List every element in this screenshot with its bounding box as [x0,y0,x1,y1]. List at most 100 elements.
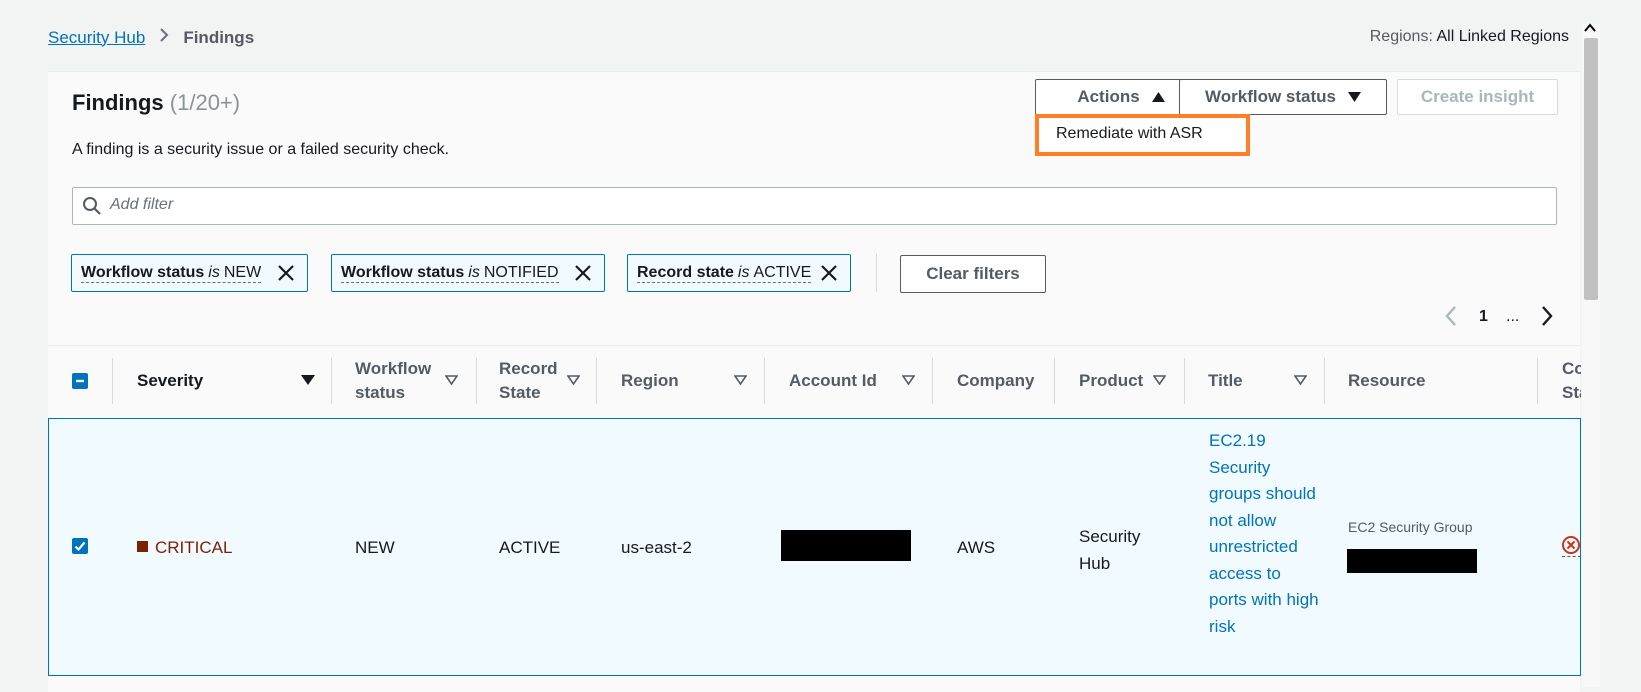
column-separator [764,358,765,404]
column-header-resource[interactable]: Resource [1348,369,1425,393]
column-separator [476,358,477,404]
filter-chip-label: Workflow status is NEW [81,263,262,283]
close-icon[interactable] [572,262,594,289]
filter-op: is [208,263,220,281]
caret-down-icon [1347,90,1361,105]
create-insight-button-label: Create insight [1420,87,1535,106]
search-icon [82,196,102,221]
clear-filters-label: Clear filters [926,264,1020,283]
column-header-compliance-status[interactable]: Co Sta [1562,357,1581,405]
clear-filters-button[interactable]: Clear filters [900,255,1046,293]
severity-cell: CRITICAL [137,538,232,558]
record-header-line-2: State [499,383,541,402]
column-header-title[interactable]: Title [1208,369,1243,393]
breadcrumb: Security Hub Findings [48,27,254,48]
regions-value: All Linked Regions [1436,28,1569,45]
column-separator [331,358,332,404]
sort-icon[interactable] [1293,374,1308,388]
sort-icon[interactable] [733,374,748,388]
page-number-current[interactable]: 1 [1479,308,1488,326]
regions-label: Regions: [1369,28,1433,45]
sort-descending-icon[interactable] [301,374,315,388]
workflow-status-cell: NEW [355,538,395,557]
company-cell: AWS [957,538,996,557]
finding-title-link[interactable]: EC2.19 Security groups should not allow … [1209,428,1319,640]
filter-chip-label: Record state is ACTIVE [637,263,812,283]
filter-chip-workflow-notified: Workflow status is NOTIFIED [331,254,605,292]
region-cell: us-east-2 [621,538,692,557]
column-separator [1184,358,1185,404]
page: Security Hub Findings Regions: All Linke… [0,0,1641,692]
next-page-icon[interactable] [1540,305,1554,332]
product-line-1: Security [1079,527,1141,546]
workflow-status-button[interactable]: Workflow status [1179,79,1387,115]
breadcrumb-security-hub-link[interactable]: Security Hub [48,28,145,48]
compliance-header-line-2: Sta [1562,383,1581,402]
page-title: Findings (1/20+) [72,90,240,116]
filter-op: is [468,263,480,281]
findings-count: (1/20+) [169,90,241,115]
record-header-line-1: Record [499,359,558,378]
column-separator [1054,358,1055,404]
search-placeholder: Add filter [110,196,174,213]
resource-id-redacted [1347,549,1477,573]
regions-indicator: Regions: All Linked Regions [1370,28,1569,46]
caret-up-icon [1151,90,1165,105]
page-ellipsis: ... [1506,308,1520,325]
chevron-right-icon [159,27,169,48]
filter-value: NOTIFIED [483,263,559,281]
column-header-record-state[interactable]: Record State [499,357,558,405]
filter-chip-label: Workflow status is NOTIFIED [341,264,559,283]
column-separator [596,358,597,404]
actions-button-label: Actions [1077,87,1140,106]
findings-title: Findings [72,90,164,115]
filter-chip-record-active: Record state is ACTIVE [627,254,851,292]
column-header-product[interactable]: Product [1079,369,1143,393]
column-header-workflow-status[interactable]: Workflow status [355,357,431,405]
filter-op: is [737,263,750,281]
row-checkbox[interactable] [72,538,88,554]
findings-description: A finding is a security issue or a faile… [72,141,450,158]
search-input[interactable] [72,187,1557,225]
close-icon[interactable] [818,262,840,289]
workflow-header-line-2: status [355,383,406,402]
compliance-status-underline [1562,556,1581,557]
workflow-status-button-label: Workflow status [1205,87,1336,106]
sort-icon[interactable] [1152,374,1167,388]
previous-page-icon[interactable] [1444,305,1458,332]
filter-field: Workflow status [81,263,205,281]
compliance-header-line-1: Co [1562,359,1581,378]
select-all-checkbox[interactable] [72,373,88,389]
filter-field: Workflow status [341,263,465,281]
workflow-header-line-1: Workflow [355,359,432,378]
severity-value: CRITICAL [155,538,233,557]
filter-value: ACTIVE [753,263,812,281]
column-separator [1324,358,1325,404]
resource-type: EC2 Security Group [1348,519,1473,535]
close-icon[interactable] [275,262,297,289]
filter-divider [876,254,877,292]
filter-value: NEW [223,263,262,281]
filter-chip-workflow-new: Workflow status is NEW [71,254,308,292]
sort-icon[interactable] [444,374,459,388]
sort-icon[interactable] [566,374,581,388]
column-separator [1537,358,1538,404]
column-separator [932,358,933,404]
product-line-2: Hub [1079,554,1111,573]
column-header-company[interactable]: Company [957,369,1034,393]
create-insight-button[interactable]: Create insight [1397,79,1558,115]
column-separator [112,358,113,404]
filter-field: Record state [637,263,734,281]
column-header-severity[interactable]: Severity [137,369,203,393]
sort-icon[interactable] [901,374,916,388]
column-header-region[interactable]: Region [621,369,679,393]
product-cell: Security Hub [1079,523,1140,577]
column-header-account-id[interactable]: Account Id [789,369,877,393]
breadcrumb-current: Findings [183,27,255,47]
menu-item-remediate-with-asr[interactable]: Remediate with ASR [1056,125,1203,143]
record-state-cell: ACTIVE [499,538,561,557]
account-id-redacted [781,530,911,561]
scrollbar-thumb[interactable] [1584,38,1598,300]
scroll-up-icon[interactable] [1584,20,1596,36]
severity-critical-icon [137,541,148,552]
